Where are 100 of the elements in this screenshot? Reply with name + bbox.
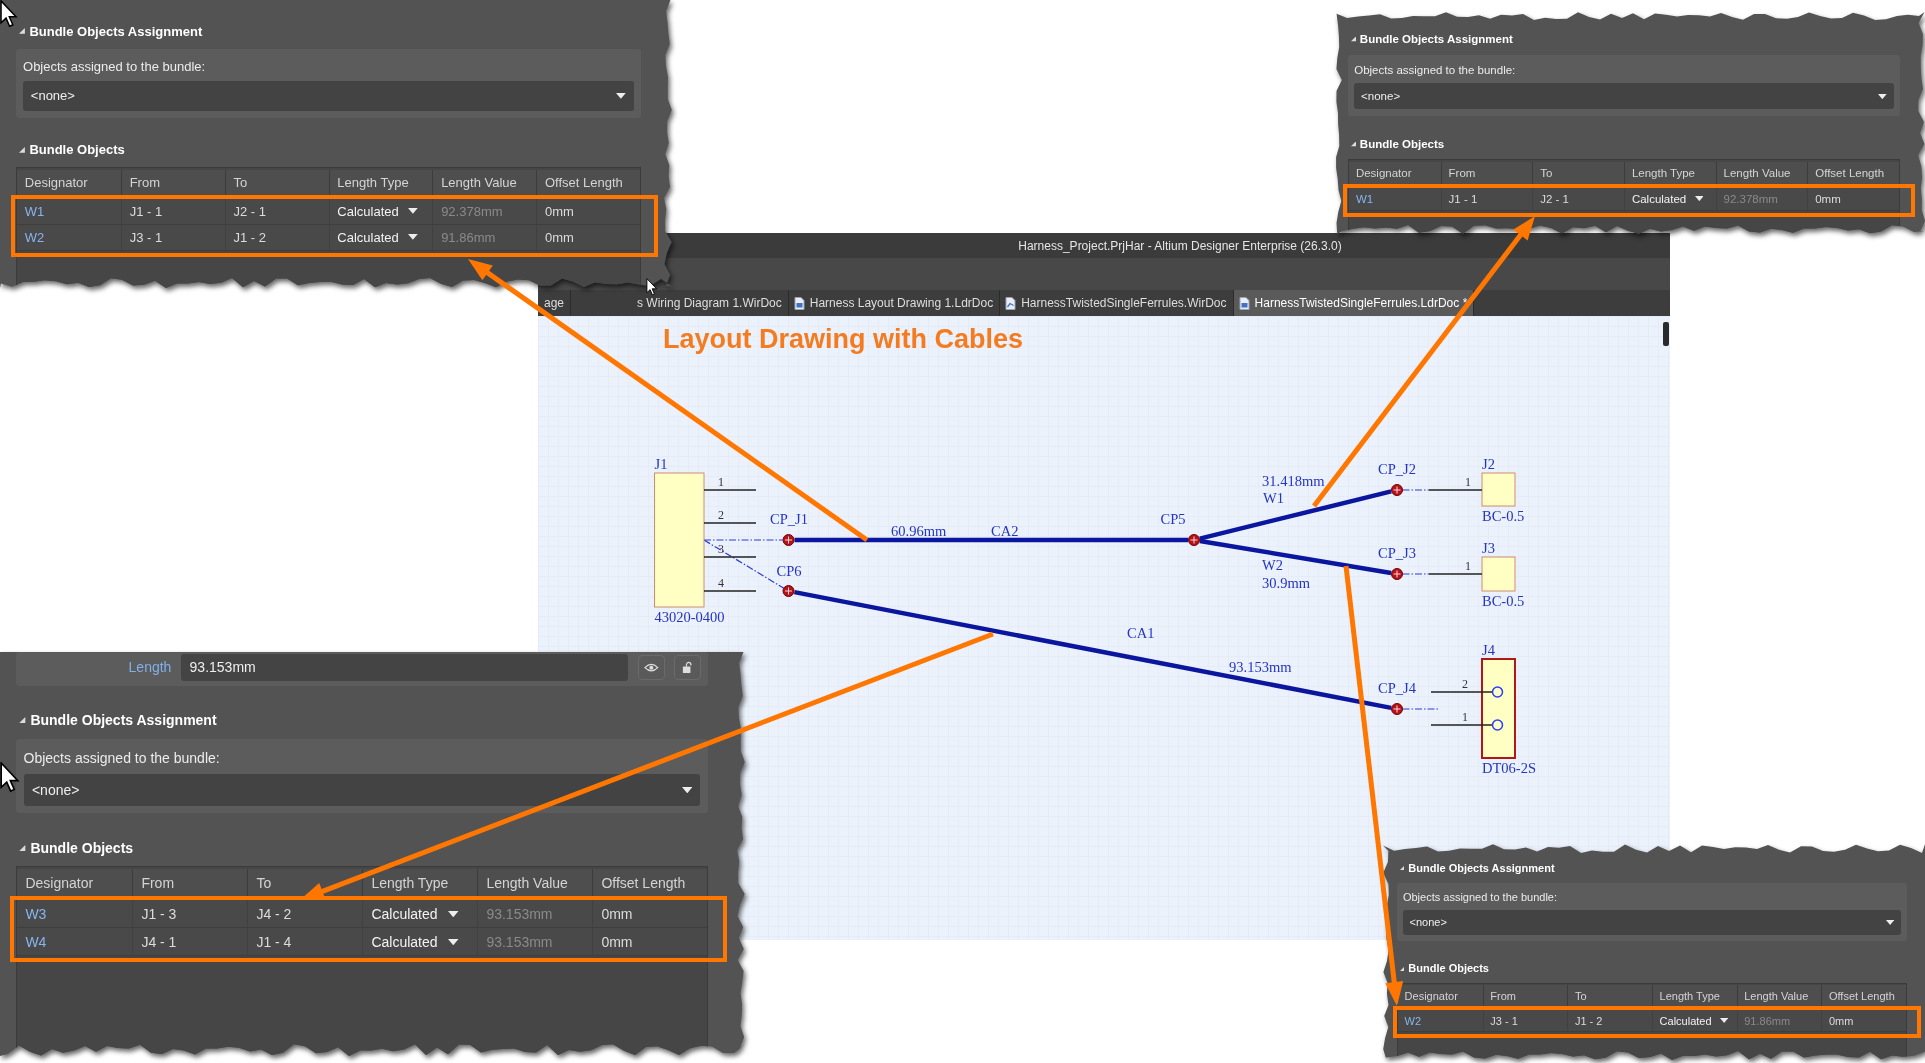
table-cell: 0mm bbox=[536, 224, 640, 250]
table-row[interactable]: W1 J1 - 1 J2 - 1 Calculated 92.378mm 0mm bbox=[1349, 187, 1899, 211]
table-cell: 0mm bbox=[592, 928, 707, 956]
eye-icon bbox=[643, 662, 659, 673]
dashed-wire bbox=[1401, 489, 1430, 491]
field-label: Length bbox=[127, 659, 172, 676]
column-header: Designator bbox=[23, 173, 89, 192]
point-label: CP_J1 bbox=[770, 511, 808, 527]
visibility-button[interactable] bbox=[637, 654, 665, 681]
bundle-dropdown[interactable]: <none> bbox=[1402, 909, 1902, 936]
wire-name-label: W2 bbox=[1262, 557, 1283, 573]
pin-line bbox=[1428, 489, 1483, 491]
length-label: 31.418mm bbox=[1262, 473, 1325, 489]
scrollbar-thumb[interactable] bbox=[1663, 322, 1669, 346]
dashed-wire bbox=[1401, 573, 1430, 575]
table-cell: J1 - 1 bbox=[1440, 187, 1533, 210]
connection-point bbox=[1391, 703, 1403, 715]
wire-name-label: CA1 bbox=[1127, 625, 1155, 641]
table-cell: J1 - 3 bbox=[132, 900, 247, 928]
pointer-icon bbox=[0, 0, 18, 28]
window-title: Harness_Project.PrjHar - Altium Designer Enterprise (26.3.0) bbox=[1018, 238, 1342, 253]
length-type-dropdown[interactable]: Calculated bbox=[1624, 187, 1716, 210]
table-cell-text: W1 bbox=[23, 202, 46, 221]
table-row[interactable]: W4 J4 - 1 J1 - 4 Calculated 93.153mm 0mm bbox=[17, 928, 707, 957]
point-label: CP_J4 bbox=[1378, 680, 1416, 696]
designator-label: J1 bbox=[654, 456, 668, 472]
part-number-label: DT06-2S bbox=[1482, 760, 1536, 776]
connection-point bbox=[782, 534, 795, 546]
table-cell: J3 - 1 bbox=[120, 224, 225, 250]
caret-icon bbox=[448, 910, 459, 917]
length-type-dropdown[interactable]: Calculated bbox=[328, 224, 433, 250]
column-header: Offset Length bbox=[592, 869, 707, 897]
length-label: 60.96mm bbox=[891, 523, 947, 539]
table-cell: 0mm bbox=[1821, 1010, 1906, 1032]
drawing-title: Layout Drawing with Cables bbox=[663, 324, 1024, 354]
pin-number: 4 bbox=[718, 576, 724, 590]
table-row[interactable]: W2 J3 - 1 J1 - 2 Calculated 91.86mm 0mm bbox=[17, 224, 640, 251]
column-header: Length Value bbox=[1715, 161, 1808, 184]
bundle-dropdown[interactable]: <none> bbox=[1354, 83, 1894, 110]
column-header: Length Type bbox=[1624, 161, 1716, 184]
connection-point bbox=[782, 585, 795, 597]
connector-body bbox=[1481, 472, 1516, 507]
column-header: From bbox=[1482, 985, 1568, 1007]
length-label: 30.9mm bbox=[1262, 575, 1310, 591]
length-type-dropdown[interactable]: Calculated bbox=[362, 928, 477, 956]
designator-label: J4 bbox=[1482, 642, 1495, 658]
document-tab[interactable]: HarnessTwistedSingleFerrules.LdrDoc * bbox=[1233, 290, 1475, 316]
section-header[interactable]: Bundle Objects Assignment bbox=[16, 710, 217, 730]
column-header: Designator bbox=[1403, 988, 1459, 1004]
dashed-wire bbox=[1401, 708, 1440, 710]
field-label: Objects assigned to the bundle: bbox=[23, 57, 207, 76]
column-header: Length Value bbox=[477, 869, 592, 897]
length-type-dropdown[interactable]: Calculated bbox=[1652, 1010, 1737, 1032]
bundle-dropdown[interactable]: <none> bbox=[23, 773, 701, 806]
section-header[interactable]: Bundle Objects bbox=[1348, 136, 1445, 152]
part-number-label: BC-0.5 bbox=[1482, 508, 1525, 524]
caret-icon bbox=[681, 786, 693, 793]
table-row[interactable]: W1 J1 - 1 J2 - 1 Calculated 92.378mm 0mm bbox=[17, 198, 640, 225]
caret-icon bbox=[616, 92, 627, 99]
table-cell: J1 - 1 bbox=[120, 198, 225, 224]
caret-icon bbox=[1719, 1018, 1729, 1024]
column-header: From bbox=[132, 869, 247, 897]
table-cell-text: W2 bbox=[1403, 1013, 1423, 1029]
length-type-dropdown[interactable]: Calculated bbox=[328, 198, 433, 224]
table-cell: J2 - 1 bbox=[1532, 187, 1624, 210]
table-cell: J4 - 1 bbox=[132, 928, 247, 956]
caret-icon bbox=[448, 938, 459, 945]
pin-number: 1 bbox=[1462, 710, 1468, 724]
field-label: Objects assigned to the bundle: bbox=[1354, 62, 1517, 78]
table-row[interactable]: W3 J1 - 3 J4 - 2 Calculated 93.153mm 0mm bbox=[17, 900, 707, 929]
pin-number: 1 bbox=[1465, 559, 1471, 573]
table-cell-text: W2 bbox=[23, 228, 46, 247]
column-header: From bbox=[1440, 161, 1533, 184]
section-header[interactable]: Bundle Objects Assignment bbox=[1397, 860, 1555, 876]
section-header[interactable]: Bundle Objects Assignment bbox=[1348, 31, 1513, 47]
connector-body bbox=[1481, 556, 1516, 592]
column-header: Length Type bbox=[328, 169, 433, 195]
section-header[interactable]: Bundle Objects Assignment bbox=[16, 22, 203, 40]
column-header: Offset Length bbox=[1821, 985, 1906, 1007]
lock-button[interactable] bbox=[674, 654, 701, 681]
table-row[interactable]: W2 J3 - 1 J1 - 2 Calculated 91.86mm 0mm bbox=[1398, 1010, 1906, 1033]
field-label: Objects assigned to the bundle: bbox=[1402, 890, 1559, 906]
column-header: From bbox=[120, 169, 225, 195]
field-label: Objects assigned to the bundle: bbox=[23, 749, 221, 769]
document-icon bbox=[793, 296, 805, 310]
bundle-dropdown[interactable]: <none> bbox=[23, 80, 634, 111]
caret-icon bbox=[408, 234, 419, 241]
table-cell: 0mm bbox=[1807, 187, 1899, 210]
section-header[interactable]: Bundle Objects bbox=[16, 140, 125, 159]
pin-line bbox=[703, 522, 757, 524]
length-type-dropdown[interactable]: Calculated bbox=[362, 900, 477, 928]
caret-icon bbox=[1694, 196, 1704, 202]
table-cell: 0mm bbox=[536, 198, 640, 224]
table-cell: J1 - 2 bbox=[1567, 1010, 1652, 1032]
table-cell: J1 - 4 bbox=[247, 928, 362, 956]
section-header[interactable]: Bundle Objects bbox=[16, 838, 134, 858]
section-header[interactable]: Bundle Objects bbox=[1397, 960, 1489, 976]
table-cell-text: W1 bbox=[1354, 191, 1375, 207]
length-field[interactable]: 93.153mm bbox=[181, 654, 629, 681]
pin-number: 1 bbox=[718, 475, 724, 489]
